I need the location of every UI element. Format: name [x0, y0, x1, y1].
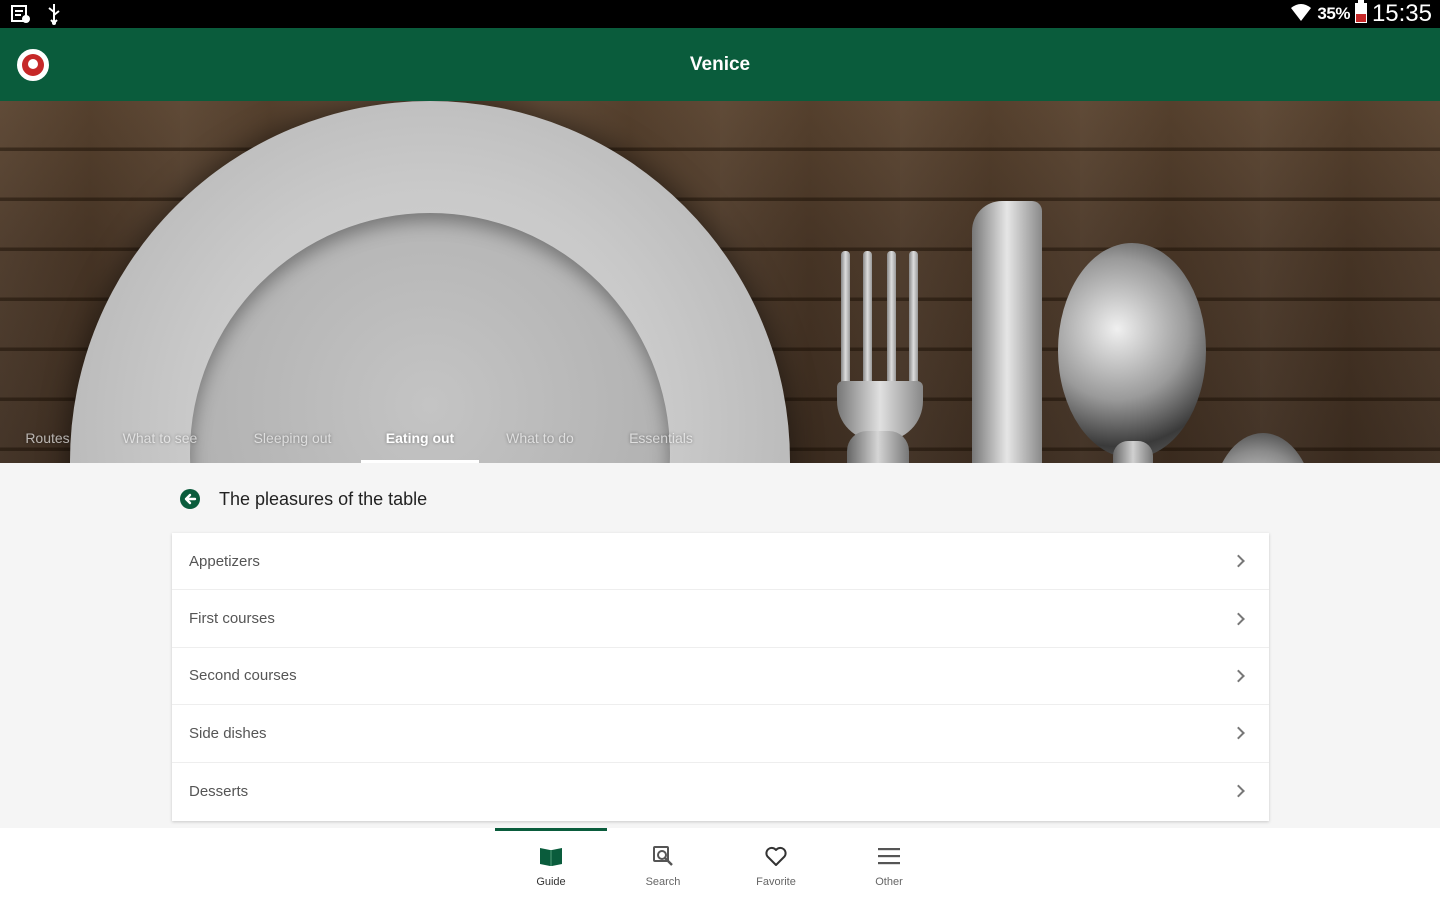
bottom-navigation: Guide Search Favorite Other	[0, 828, 1440, 900]
list-item-label: First courses	[189, 610, 275, 628]
chevron-right-icon	[1232, 784, 1245, 798]
tab-eating-out[interactable]: Eating out	[361, 412, 479, 463]
list-item-label: Desserts	[189, 782, 249, 800]
nav-guide[interactable]: Guide	[495, 828, 607, 900]
chevron-right-icon	[1232, 669, 1245, 683]
hero-image: Routes What to see Sleeping out Eating o…	[0, 101, 1440, 463]
app-bar: Venice	[0, 28, 1440, 101]
dish-category-list: Appetizers First courses Second courses …	[172, 533, 1269, 821]
list-item-side-dishes[interactable]: Side dishes	[172, 705, 1269, 763]
chevron-right-icon	[1232, 612, 1245, 625]
tab-routes[interactable]: Routes	[10, 412, 85, 463]
wifi-icon	[1289, 1, 1313, 28]
nav-search[interactable]: Search	[607, 828, 719, 900]
nav-label: Other	[875, 876, 903, 888]
status-bar: 35% 15:35	[0, 0, 1440, 28]
nav-label: Search	[645, 876, 681, 888]
menu-icon	[877, 844, 901, 868]
section-title: The pleasures of the table	[219, 488, 428, 509]
list-item-label: Second courses	[189, 667, 297, 685]
book-icon	[539, 844, 563, 868]
list-item-label: Appetizers	[189, 552, 260, 570]
section-header: The pleasures of the table	[180, 486, 427, 512]
usb-icon	[46, 3, 62, 30]
nav-favorite[interactable]: Favorite	[720, 828, 832, 900]
list-item-label: Side dishes	[189, 724, 267, 742]
clock: 15:35	[1371, 0, 1432, 27]
nav-other[interactable]: Other	[833, 828, 945, 900]
tab-what-to-see[interactable]: What to see	[105, 412, 215, 463]
nav-label: Guide	[536, 876, 566, 888]
search-icon	[651, 844, 675, 868]
battery-icon	[1354, 0, 1368, 29]
list-item-second-courses[interactable]: Second courses	[172, 648, 1269, 706]
chevron-right-icon	[1232, 726, 1245, 740]
chevron-right-icon	[1232, 554, 1245, 568]
list-item-first-courses[interactable]: First courses	[172, 590, 1269, 648]
notification-icon	[10, 3, 32, 30]
page-title: Venice	[689, 54, 751, 75]
list-item-appetizers[interactable]: Appetizers	[172, 533, 1269, 591]
back-arrow-icon[interactable]	[180, 489, 200, 509]
tab-what-to-do[interactable]: What to do	[488, 412, 592, 463]
nav-label: Favorite	[756, 876, 796, 888]
list-item-desserts[interactable]: Desserts	[172, 763, 1269, 820]
tab-sleeping-out[interactable]: Sleeping out	[235, 412, 350, 463]
tab-essentials[interactable]: Essentials	[610, 412, 712, 463]
battery-percent: 35%	[1317, 4, 1350, 23]
heart-icon	[764, 844, 788, 868]
category-tabs: Routes What to see Sleeping out Eating o…	[0, 412, 1440, 463]
